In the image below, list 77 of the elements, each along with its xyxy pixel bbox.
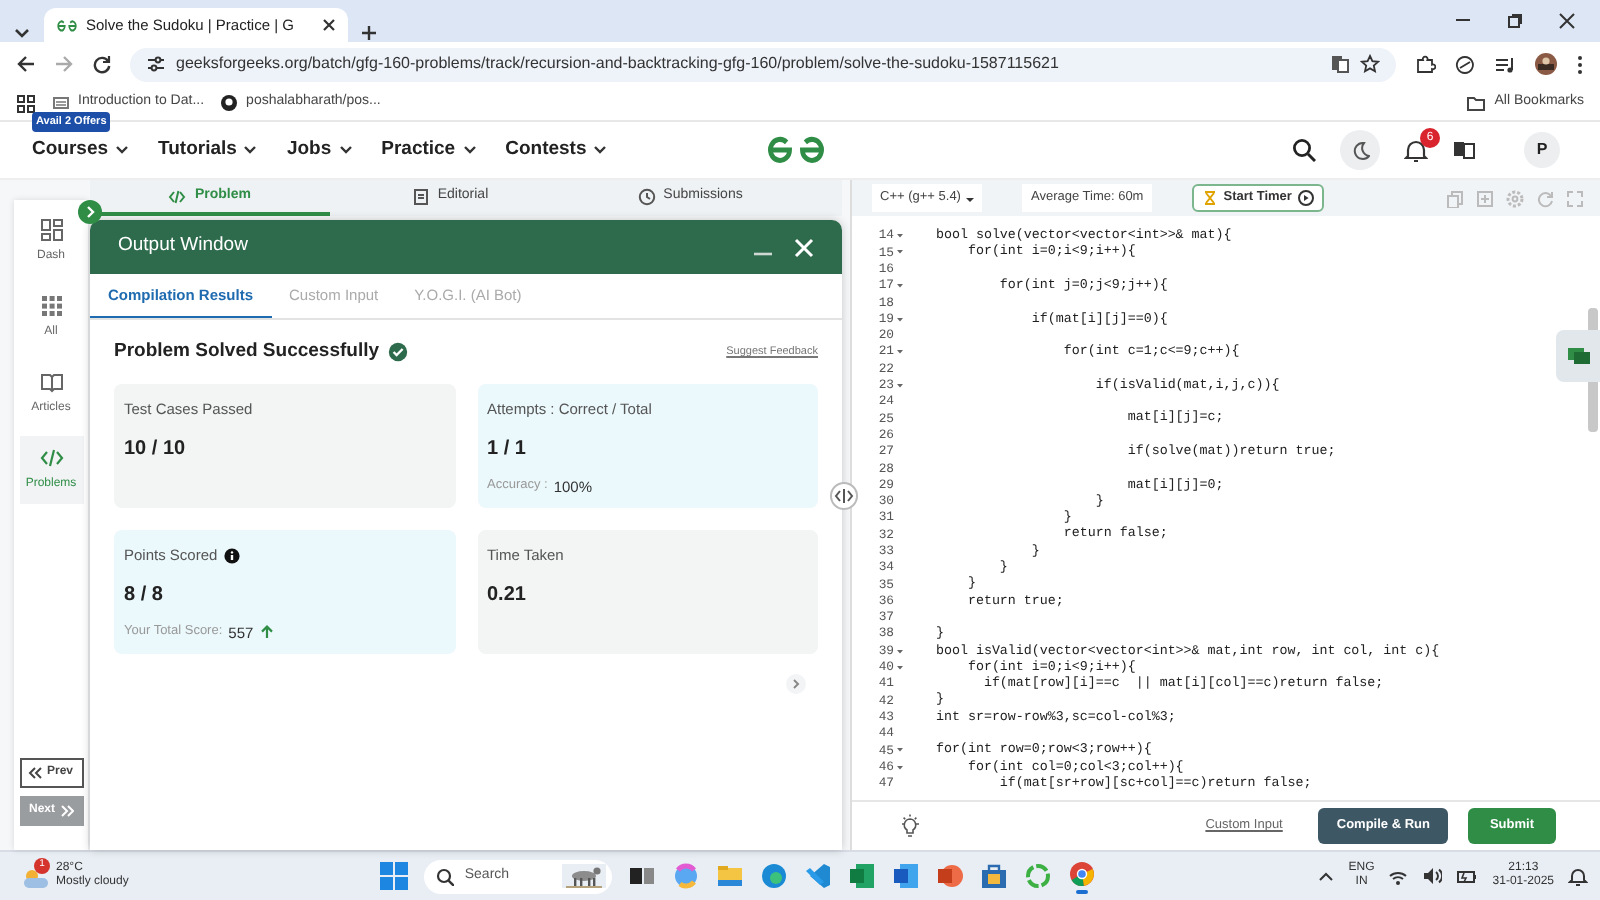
user-avatar[interactable]: P: [1524, 132, 1560, 168]
light-bulb-icon[interactable]: [900, 814, 920, 838]
double-chevron-icon: [28, 766, 43, 780]
vscode-icon[interactable]: [804, 862, 833, 890]
menu-link[interactable]: Contests: [505, 135, 609, 165]
close-icon[interactable]: [322, 18, 336, 32]
expand-icon[interactable]: [78, 200, 102, 224]
notifications-icon[interactable]: [1568, 866, 1588, 886]
translate-icon[interactable]: [1330, 54, 1350, 74]
theme-toggle[interactable]: [1340, 130, 1380, 170]
chat-icon: [1565, 344, 1591, 368]
caret-icon: [592, 142, 609, 158]
store-icon[interactable]: [980, 862, 1009, 890]
grid-icon: [39, 294, 63, 318]
code-icon: [168, 187, 187, 205]
chrome-icon[interactable]: [1068, 859, 1097, 887]
dashboard-icon: [39, 218, 63, 242]
wifi-icon[interactable]: [1388, 867, 1409, 885]
site-logo[interactable]: [764, 136, 828, 164]
new-tab-icon[interactable]: [360, 24, 378, 42]
folder-icon: [1466, 94, 1487, 112]
status-message: Problem Solved Successfully: [114, 338, 380, 366]
caret-icon: [964, 193, 975, 203]
caret-icon: [114, 142, 131, 158]
document-icon: [411, 187, 430, 205]
excel-icon[interactable]: [848, 862, 877, 890]
site-favicon-icon: [56, 19, 78, 31]
battery-icon[interactable]: [1456, 866, 1479, 886]
clock-icon: [637, 187, 656, 205]
window-title: Output Window: [118, 232, 250, 261]
start-icon[interactable]: [380, 862, 409, 890]
profile-icon[interactable]: [1534, 52, 1558, 76]
caret-icon: [337, 142, 354, 158]
caret-icon: [461, 142, 478, 158]
search-icon: [436, 867, 455, 885]
card-value: 0.21: [487, 581, 528, 609]
bookmark-star-icon[interactable]: [1360, 54, 1380, 74]
menu-link[interactable]: Practice: [381, 135, 478, 165]
chevron-right-icon[interactable]: [786, 674, 806, 695]
word-icon[interactable]: [892, 862, 921, 890]
bell-icon[interactable]: [1404, 138, 1428, 162]
page-icon: [52, 94, 70, 112]
extensions-icon[interactable]: [1414, 53, 1436, 75]
play-icon: [1297, 190, 1314, 206]
media-icon[interactable]: [1494, 53, 1516, 75]
reload-icon[interactable]: [92, 54, 112, 74]
code-icon: [39, 446, 63, 470]
edge-icon[interactable]: [760, 862, 789, 890]
close-icon[interactable]: [1558, 12, 1576, 30]
check-icon: [387, 342, 408, 363]
explorer-icon[interactable]: [716, 862, 745, 890]
card-value: 8 / 8: [124, 581, 165, 609]
caret-icon: [242, 142, 259, 158]
restore-icon[interactable]: [1506, 12, 1524, 30]
language-icon[interactable]: [1452, 138, 1476, 162]
apps-icon[interactable]: [16, 93, 36, 113]
site-info-icon[interactable]: [146, 54, 166, 74]
chat-button[interactable]: [1556, 330, 1600, 382]
menu-icon[interactable]: [1576, 53, 1584, 75]
hourglass-icon: [1201, 190, 1218, 206]
info-icon[interactable]: [223, 547, 240, 564]
card-value: 10 / 10: [124, 435, 188, 463]
card-value: 1 / 1: [487, 435, 528, 463]
back-icon[interactable]: [16, 54, 36, 74]
taskview-icon[interactable]: [628, 862, 657, 890]
moon-icon: [1350, 140, 1370, 160]
menu-link[interactable]: Tutorials: [158, 135, 259, 165]
chevron-up-icon[interactable]: [1318, 870, 1335, 882]
address-bar[interactable]: geeksforgeeks.org/batch/gfg-160-problems/track/recursion-and-backtracking-gfg-160/problem/solve-the-sudoku-1587115621: [130, 47, 1396, 81]
powerpoint-icon[interactable]: [936, 862, 965, 890]
double-chevron-icon: [59, 804, 73, 818]
search-icon[interactable]: [1292, 138, 1316, 162]
menu-link[interactable]: Courses: [32, 135, 131, 165]
book-icon: [39, 370, 63, 394]
menu-link[interactable]: Jobs: [286, 135, 354, 165]
volume-icon[interactable]: [1422, 866, 1443, 886]
github-icon: [220, 94, 239, 112]
